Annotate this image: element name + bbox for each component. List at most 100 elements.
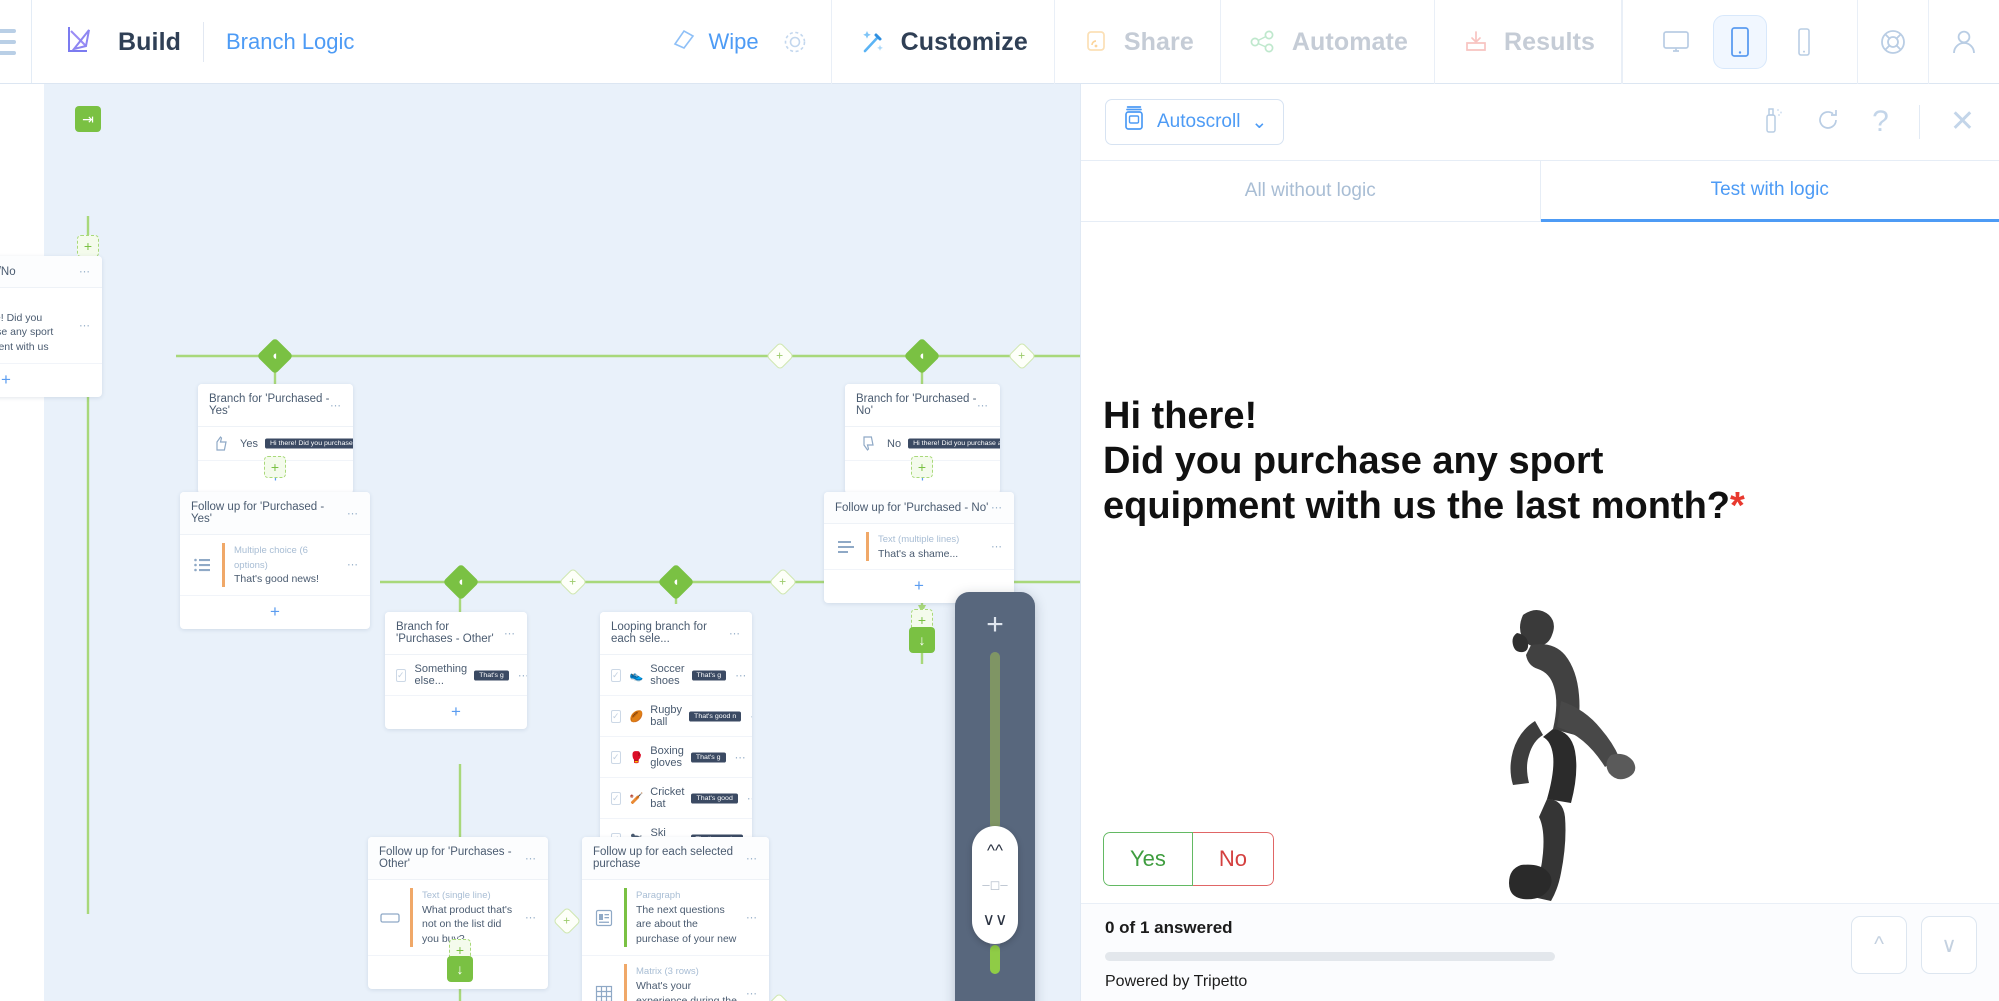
card-title-bar: Branch for 'Purchased - No' ⋯	[845, 384, 1000, 427]
choice-yes-button[interactable]: Yes	[1103, 832, 1193, 886]
card-followup-purchased-yes[interactable]: Follow up for 'Purchased - Yes' ⋯ Multip…	[180, 492, 370, 629]
row-menu-icon[interactable]: ⋯	[746, 987, 758, 1000]
prev-question-button[interactable]: ^	[1851, 916, 1907, 974]
tab-customize[interactable]: Customize	[830, 0, 1055, 84]
card-row[interactable]: Multiple choice (6 options) That's good …	[180, 535, 370, 596]
branch-endpoint-5[interactable]: +	[552, 906, 582, 936]
refresh-icon[interactable]	[1814, 106, 1842, 139]
device-mobile-button[interactable]	[1777, 15, 1831, 69]
add-node-button[interactable]: +	[264, 456, 286, 478]
question-icon[interactable]: ?	[1872, 107, 1889, 137]
flow-down-node[interactable]: ↓	[909, 627, 935, 653]
branch-endpoint-1[interactable]: +	[765, 341, 795, 371]
card-followup-each-purchase[interactable]: Follow up for each selected purchase ⋯ P…	[582, 837, 769, 1001]
card-row[interactable]: Paragraph The next questions are about t…	[582, 880, 769, 957]
row-menu-icon[interactable]: ⋯	[347, 558, 359, 571]
row-menu-icon[interactable]: ⋯	[518, 669, 527, 682]
flow-down-node[interactable]: ↓	[447, 956, 473, 982]
tab-results[interactable]: Results	[1435, 0, 1622, 84]
checkbox-icon[interactable]: ✓	[611, 709, 621, 723]
add-node-button[interactable]: +	[77, 235, 99, 257]
card-menu-icon[interactable]: ⋯	[330, 399, 342, 412]
device-tablet-button[interactable]	[1713, 15, 1767, 69]
zoom-in-button[interactable]: +	[986, 610, 1004, 640]
tab-automate[interactable]: Automate	[1221, 0, 1435, 84]
card-menu-icon[interactable]: ⋯	[977, 399, 989, 412]
help-button[interactable]	[1858, 0, 1929, 84]
row-menu-icon[interactable]: ⋯	[735, 751, 747, 764]
card-menu-icon[interactable]: ⋯	[504, 627, 516, 640]
preview-footer: 0 of 1 answered Powered by Tripetto ^ ∨	[1081, 903, 1999, 1001]
account-button[interactable]	[1929, 0, 1999, 84]
card-row[interactable]: Text (multiple lines) That's a shame... …	[824, 524, 1014, 571]
choice-no-button[interactable]: No	[1192, 832, 1275, 886]
branch-endpoint-4[interactable]: +	[768, 567, 798, 597]
item-emoji-icon: 🥊	[629, 751, 644, 764]
branch-node-other[interactable]: ◖	[442, 563, 480, 601]
branch-node-yes[interactable]: ◖	[256, 337, 294, 375]
card-row[interactable]: ✓ Something else... That's g ⋯	[385, 655, 527, 696]
card-add-button[interactable]: +	[385, 696, 527, 729]
card-menu-icon[interactable]: ⋯	[729, 627, 741, 640]
checkbox-icon[interactable]: ✓	[611, 750, 621, 764]
zoom-slider-thumb[interactable]: ^^ –◻– ∨∨	[972, 825, 1018, 944]
row-menu-icon[interactable]: ⋯	[735, 669, 747, 682]
hamburger-icon[interactable]	[0, 0, 32, 83]
list-item[interactable]: ✓ 👟 Soccer shoes That's g ⋯	[600, 655, 752, 696]
card-add-button[interactable]: +	[0, 364, 102, 397]
card-menu-icon[interactable]: ⋯	[746, 852, 758, 865]
flow-start-node[interactable]: ⇥	[75, 106, 101, 132]
card-menu-icon[interactable]: ⋯	[347, 507, 359, 520]
card-row-body: 🏉 Rugby ball That's good n	[630, 704, 742, 728]
card-menu-icon[interactable]: ⋯	[991, 501, 1003, 514]
card-row-body: 🏏 Cricket bat That's good	[630, 786, 738, 810]
double-chevron-up-icon[interactable]: ^^	[987, 842, 1003, 859]
card-row[interactable]: ? Yes/No Hi there! Did you purchase any …	[0, 288, 102, 365]
card-menu-icon[interactable]: ⋯	[525, 852, 537, 865]
tab-all-without-logic[interactable]: All without logic	[1081, 161, 1541, 222]
row-menu-icon[interactable]: ⋯	[750, 710, 752, 723]
card-row[interactable]: Matrix (3 rows) What's your experience d…	[582, 956, 769, 1001]
double-chevron-down-icon[interactable]: ∨∨	[983, 911, 1008, 928]
zoom-out-button[interactable]: —	[980, 986, 1010, 1001]
row-menu-icon[interactable]: ⋯	[525, 911, 537, 924]
close-icon[interactable]: ✕	[1950, 107, 1975, 137]
row-menu-icon[interactable]: ⋯	[79, 319, 91, 332]
slider-handle-icon[interactable]: –◻–	[982, 878, 1007, 891]
row-menu-icon[interactable]: ⋯	[747, 792, 752, 805]
branch-node-no[interactable]: ◖	[903, 337, 941, 375]
branch-logic-label[interactable]: Branch Logic	[226, 29, 354, 55]
card-followup-purchased-no[interactable]: Follow up for 'Purchased - No' ⋯ Text (m…	[824, 492, 1014, 604]
flow-canvas[interactable]: ⇥ + Purchased Yes/No ⋯ ? Yes/No Hi there…	[0, 84, 1080, 1001]
preview-panel: Autoscroll ⌄ ? ✕ All without logic Test …	[1080, 84, 1999, 1001]
device-desktop-button[interactable]	[1649, 15, 1703, 69]
checkbox-icon[interactable]: ✓	[396, 668, 406, 682]
branch-node-loop[interactable]: ◖	[657, 563, 695, 601]
row-menu-icon[interactable]: ⋯	[746, 911, 758, 924]
checkbox-icon[interactable]: ✓	[611, 791, 621, 805]
autoscroll-dropdown[interactable]: Autoscroll ⌄	[1105, 99, 1285, 145]
wipe-button[interactable]: Wipe	[671, 0, 759, 83]
list-item[interactable]: ✓ 🏉 Rugby ball That's good n ⋯	[600, 696, 752, 737]
row-menu-icon[interactable]: ⋯	[991, 540, 1003, 553]
canvas-zoom-panel[interactable]: + ^^ –◻– ∨∨ —	[955, 592, 1035, 1001]
card-add-button[interactable]: +	[180, 596, 370, 629]
branch-endpoint-3[interactable]: +	[558, 567, 588, 597]
checkbox-icon[interactable]: ✓	[611, 668, 621, 682]
settings-button[interactable]	[759, 0, 831, 83]
row-text: What's your experience during the purcha…	[636, 979, 737, 1001]
list-item[interactable]: ✓ 🏏 Cricket bat That's good ⋯	[600, 778, 752, 819]
card-menu-icon[interactable]: ⋯	[79, 265, 91, 278]
next-question-button[interactable]: ∨	[1921, 916, 1977, 974]
tab-test-with-logic[interactable]: Test with logic	[1540, 161, 1999, 222]
card-branch-purchases-other[interactable]: Branch for 'Purchases - Other' ⋯ ✓ Somet…	[385, 612, 527, 729]
tab-share[interactable]: Share	[1055, 0, 1221, 84]
card-purchased-yesno[interactable]: Purchased Yes/No ⋯ ? Yes/No Hi there! Di…	[0, 256, 102, 398]
spray-icon[interactable]	[1762, 106, 1784, 139]
add-node-button[interactable]: +	[911, 456, 933, 478]
chevron-down-icon[interactable]: ⌄	[1251, 111, 1267, 134]
list-item[interactable]: ✓ 🥊 Boxing gloves That's g ⋯	[600, 737, 752, 778]
zoom-slider-track[interactable]: ^^ –◻– ∨∨	[972, 652, 1018, 974]
branch-endpoint-6[interactable]: +	[764, 992, 794, 1001]
branch-endpoint-2[interactable]: +	[1007, 341, 1037, 371]
